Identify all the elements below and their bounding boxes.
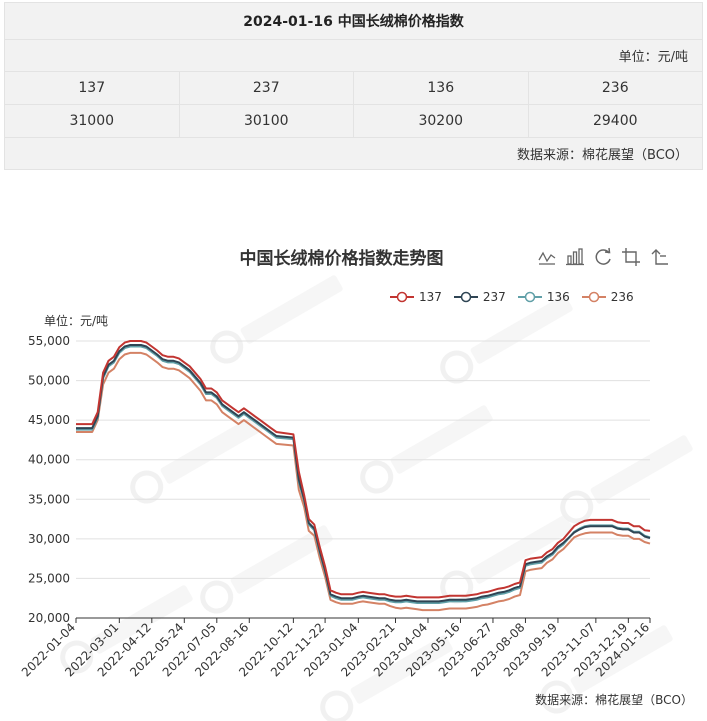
chart-source: 数据来源：棉花展望（BCO） (535, 693, 693, 707)
zoom-reset-icon[interactable] (648, 246, 670, 268)
table-title: 2024-01-16 中国长绒棉价格指数 (4, 2, 703, 40)
table-code-cell: 237 (178, 71, 354, 105)
y-tick-label: 25,000 (28, 571, 70, 585)
price-trend-chart: 20,000 25,000 30,000 35,000 40,000 45,000 50,0… (0, 232, 707, 721)
table-value-cell: 30100 (178, 104, 354, 138)
y-tick-label: 40,000 (28, 453, 70, 467)
restore-icon[interactable] (592, 246, 614, 268)
legend-label: 136 (546, 290, 570, 304)
y-axis-unit-label: 单位：元/吨 (44, 314, 109, 328)
table-source: 数据来源：棉花展望（BCO） (4, 137, 703, 170)
legend-marker-236 (581, 291, 606, 303)
legend-marker-137 (390, 291, 414, 303)
price-index-table: 2024-01-16 中国长绒棉价格指数 单位：元/吨 137 237 136 … (4, 2, 703, 170)
watermark-logo (210, 275, 343, 364)
table-value-cell: 31000 (4, 104, 180, 138)
y-tick-label: 50,000 (28, 374, 70, 388)
line-chart-icon[interactable] (536, 246, 558, 268)
legend-label: 236 (610, 290, 634, 304)
y-tick-label: 45,000 (28, 413, 70, 427)
legend-marker-136 (517, 291, 542, 303)
chart-toolbox (536, 246, 670, 268)
table-value-cell: 30200 (353, 104, 529, 138)
watermark-logo (360, 405, 493, 494)
watermark-logo (130, 415, 263, 504)
y-tick-label: 35,000 (28, 492, 70, 506)
legend-item-136[interactable]: 136 (517, 290, 570, 304)
legend-label: 237 (482, 290, 506, 304)
table-unit: 单位：元/吨 (4, 39, 703, 72)
chart-canvas: 20,000 25,000 30,000 35,000 40,000 45,000 50,0… (19, 275, 693, 721)
data-zoom-icon[interactable] (620, 246, 642, 268)
table-code-cell: 236 (527, 71, 703, 105)
legend-item-237[interactable]: 237 (453, 290, 506, 304)
legend-item-137[interactable]: 137 (390, 290, 442, 304)
legend-marker-237 (453, 291, 478, 303)
watermark-logo (440, 295, 573, 384)
watermark-logo (560, 435, 693, 524)
table-value-cell: 29400 (527, 104, 703, 138)
bar-chart-icon[interactable] (564, 246, 586, 268)
y-tick-label: 55,000 (28, 334, 70, 348)
y-tick-label: 30,000 (28, 532, 70, 546)
table-code-cell: 137 (4, 71, 180, 105)
legend-item-236[interactable]: 236 (581, 290, 634, 304)
y-tick-label: 20,000 (28, 611, 70, 625)
table-code-cell: 136 (353, 71, 529, 105)
chart-legend: 137 237 136 236 (390, 290, 634, 304)
legend-label: 137 (419, 290, 442, 304)
